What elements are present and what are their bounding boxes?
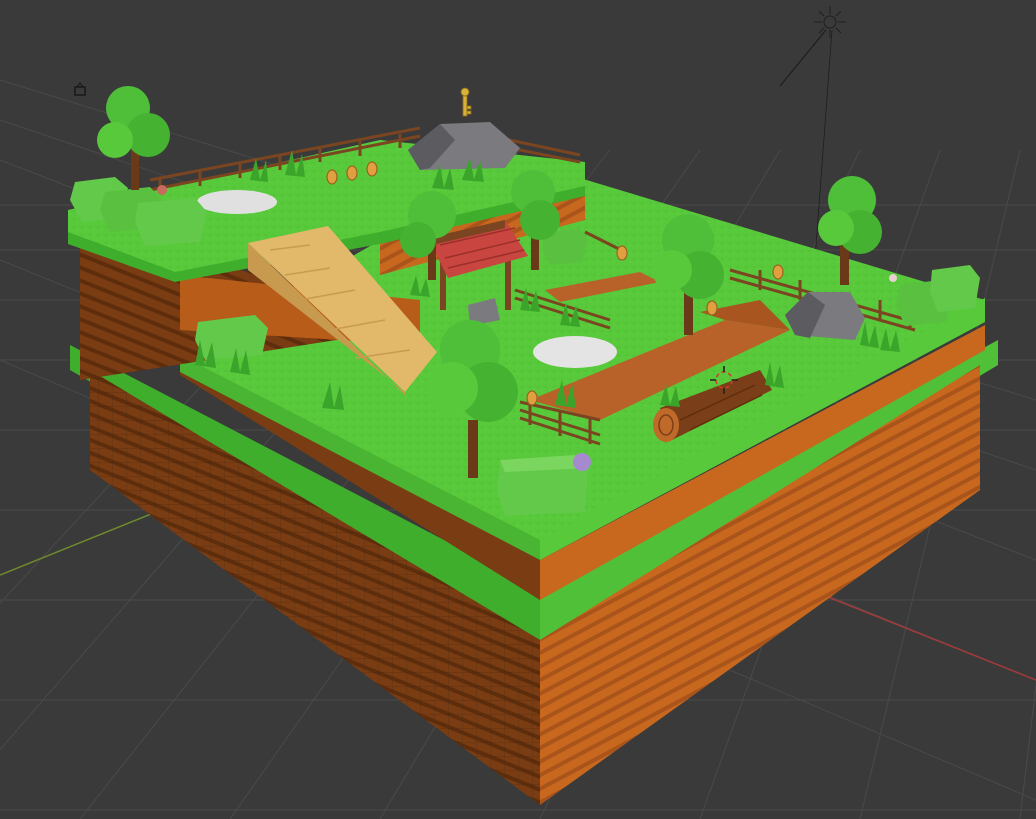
coin-7: [526, 390, 538, 406]
coin-1: [326, 169, 338, 185]
sun-lamp-direction-line: [779, 29, 827, 87]
viewport-canvas[interactable]: [0, 0, 1036, 819]
key-icon[interactable]: [460, 87, 472, 117]
coin-5: [772, 264, 784, 280]
coin-3: [366, 161, 378, 177]
tree-upper-left: [97, 86, 170, 190]
coin-6: [706, 300, 718, 316]
bush-mid-left: [195, 315, 268, 360]
sun-lamp-icon: [814, 6, 846, 38]
lavender-flower[interactable]: [573, 453, 591, 471]
3d-viewport[interactable]: [0, 0, 1036, 819]
flower-patch-center[interactable]: [533, 336, 617, 368]
coin-2: [346, 165, 358, 181]
camera-icon[interactable]: [74, 82, 86, 96]
log-end: [653, 408, 679, 442]
terrain-block[interactable]: [68, 86, 998, 805]
mushroom-item[interactable]: [889, 274, 897, 282]
bush-far-right-2: [930, 265, 980, 312]
potion-item[interactable]: [157, 185, 167, 195]
flower-patch-upper[interactable]: [197, 190, 277, 214]
coin-4: [616, 245, 628, 261]
bush-upper-left-3: [135, 198, 207, 246]
